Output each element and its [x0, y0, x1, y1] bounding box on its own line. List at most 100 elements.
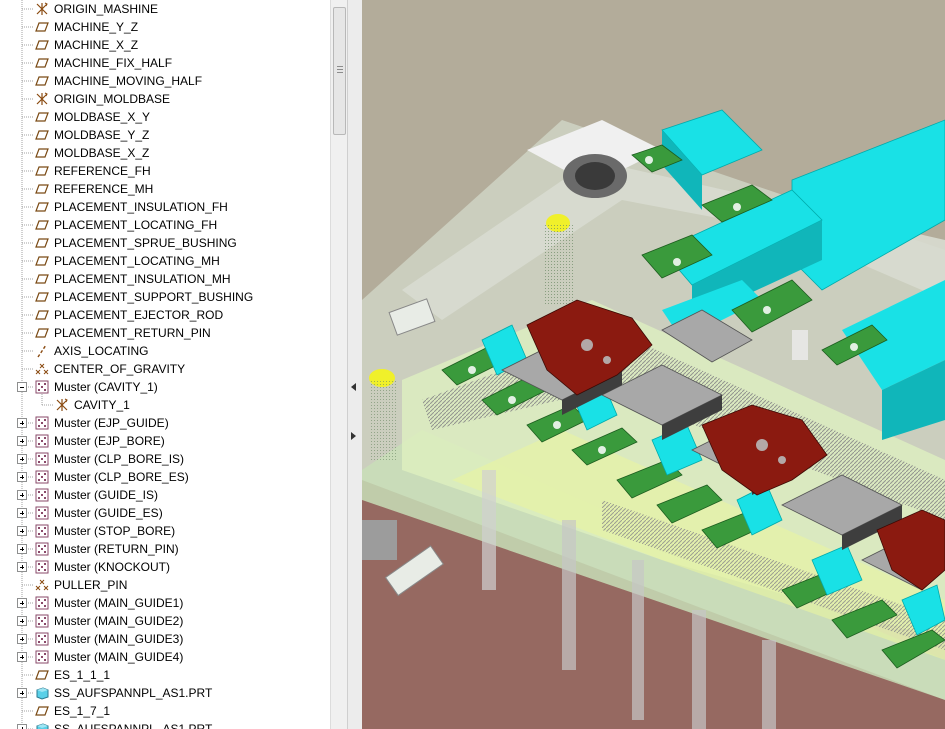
- collapse-minus-icon[interactable]: [17, 382, 27, 392]
- tree-item[interactable]: MACHINE_FIX_HALF: [0, 54, 330, 72]
- tree-item[interactable]: Muster (CLP_BORE_ES): [0, 468, 330, 486]
- datum-point-icon: [35, 362, 49, 376]
- tree-item-label: Muster (MAIN_GUIDE1): [54, 596, 184, 610]
- tree-item-label: SS_AUFSPANNPL_AS1.PRT: [54, 722, 213, 729]
- datum-point-icon: [35, 578, 49, 592]
- tree-item[interactable]: MACHINE_Y_Z: [0, 18, 330, 36]
- tree-item-label: ES_1_1_1: [54, 668, 111, 682]
- tree-item[interactable]: PULLER_PIN: [0, 576, 330, 594]
- tree-item-label: REFERENCE_MH: [54, 182, 154, 196]
- datum-plane-icon: [35, 164, 49, 178]
- tree-item[interactable]: AXIS_LOCATING: [0, 342, 330, 360]
- csys-icon: [35, 2, 49, 16]
- part-icon: [35, 722, 49, 729]
- tree-item[interactable]: ORIGIN_MOLDBASE: [0, 90, 330, 108]
- tree-item[interactable]: ES_1_1_1: [0, 666, 330, 684]
- datum-plane-icon: [35, 290, 49, 304]
- tree-item[interactable]: PLACEMENT_INSULATION_FH: [0, 198, 330, 216]
- tree-item[interactable]: MACHINE_X_Z: [0, 36, 330, 54]
- tree-item[interactable]: PLACEMENT_RETURN_PIN: [0, 324, 330, 342]
- datum-plane-icon: [35, 218, 49, 232]
- expand-plus-icon[interactable]: [17, 436, 27, 446]
- tree-item[interactable]: Muster (CAVITY_1): [0, 378, 330, 396]
- pattern-icon: [35, 560, 49, 574]
- tree-item[interactable]: SS_AUFSPANNPL_AS1.PRT: [0, 720, 330, 729]
- expand-right-arrow-icon[interactable]: [351, 432, 356, 440]
- tree-item[interactable]: Muster (EJP_GUIDE): [0, 414, 330, 432]
- expand-plus-icon[interactable]: [17, 454, 27, 464]
- tree-item[interactable]: ES_1_7_1: [0, 702, 330, 720]
- tree-vertical-scrollbar[interactable]: [330, 0, 347, 729]
- tree-item[interactable]: Muster (GUIDE_ES): [0, 504, 330, 522]
- expand-plus-icon[interactable]: [17, 490, 27, 500]
- expand-plus-icon[interactable]: [17, 598, 27, 608]
- tree-item-label: Muster (EJP_GUIDE): [54, 416, 169, 430]
- tree-item[interactable]: Muster (MAIN_GUIDE4): [0, 648, 330, 666]
- tree-item[interactable]: PLACEMENT_SPRUE_BUSHING: [0, 234, 330, 252]
- tree-item-label: Muster (GUIDE_IS): [54, 488, 159, 502]
- tree-item[interactable]: Muster (EJP_BORE): [0, 432, 330, 450]
- expand-plus-icon[interactable]: [17, 526, 27, 536]
- tree-item[interactable]: Muster (MAIN_GUIDE3): [0, 630, 330, 648]
- tree-item-label: MOLDBASE_Y_Z: [54, 128, 150, 142]
- tree-item-label: Muster (CAVITY_1): [54, 380, 158, 394]
- expand-plus-icon[interactable]: [17, 472, 27, 482]
- collapse-left-arrow-icon[interactable]: [351, 383, 356, 391]
- datum-plane-icon: [35, 668, 49, 682]
- tree-item[interactable]: Muster (MAIN_GUIDE2): [0, 612, 330, 630]
- tree-item[interactable]: MOLDBASE_Y_Z: [0, 126, 330, 144]
- pattern-icon: [35, 416, 49, 430]
- tree-item[interactable]: ORIGIN_MASHINE: [0, 0, 330, 18]
- pattern-icon: [35, 452, 49, 466]
- tree-item[interactable]: Muster (GUIDE_IS): [0, 486, 330, 504]
- tree-item-label: MACHINE_X_Z: [54, 38, 139, 52]
- datum-plane-icon: [35, 74, 49, 88]
- tree-item-label: MOLDBASE_X_Z: [54, 146, 150, 160]
- tree-item[interactable]: PLACEMENT_SUPPORT_BUSHING: [0, 288, 330, 306]
- tree-item[interactable]: Muster (CLP_BORE_IS): [0, 450, 330, 468]
- tree-item-label: SS_AUFSPANNPL_AS1.PRT: [54, 686, 213, 700]
- tree-item[interactable]: PLACEMENT_EJECTOR_ROD: [0, 306, 330, 324]
- tree-item[interactable]: REFERENCE_MH: [0, 180, 330, 198]
- expand-plus-icon[interactable]: [17, 616, 27, 626]
- tree-item[interactable]: PLACEMENT_LOCATING_FH: [0, 216, 330, 234]
- mold-assembly-3d-model: [362, 0, 945, 729]
- expand-plus-icon[interactable]: [17, 724, 27, 729]
- panel-splitter[interactable]: [347, 0, 363, 729]
- tree-item[interactable]: SS_AUFSPANNPL_AS1.PRT: [0, 684, 330, 702]
- pattern-icon: [35, 470, 49, 484]
- expand-plus-icon[interactable]: [17, 418, 27, 428]
- tree-item[interactable]: Muster (KNOCKOUT): [0, 558, 330, 576]
- expand-plus-icon[interactable]: [17, 562, 27, 572]
- tree-item[interactable]: Muster (RETURN_PIN): [0, 540, 330, 558]
- tree-item[interactable]: PLACEMENT_INSULATION_MH: [0, 270, 330, 288]
- expand-plus-icon[interactable]: [17, 544, 27, 554]
- pattern-icon: [35, 596, 49, 610]
- expand-plus-icon[interactable]: [17, 634, 27, 644]
- tree-item-label: CENTER_OF_GRAVITY: [54, 362, 186, 376]
- pattern-icon: [35, 506, 49, 520]
- expand-plus-icon[interactable]: [17, 652, 27, 662]
- tree-item[interactable]: Muster (STOP_BORE): [0, 522, 330, 540]
- tree-item[interactable]: PLACEMENT_LOCATING_MH: [0, 252, 330, 270]
- tree-item[interactable]: MOLDBASE_X_Z: [0, 144, 330, 162]
- tree-item[interactable]: REFERENCE_FH: [0, 162, 330, 180]
- tree-item[interactable]: MACHINE_MOVING_HALF: [0, 72, 330, 90]
- 3d-graphics-viewport[interactable]: [362, 0, 945, 729]
- scrollbar-thumb[interactable]: [333, 7, 346, 135]
- tree-item-label: PLACEMENT_INSULATION_FH: [54, 200, 228, 214]
- csys-icon: [35, 92, 49, 106]
- expand-plus-icon[interactable]: [17, 508, 27, 518]
- tree-item[interactable]: CENTER_OF_GRAVITY: [0, 360, 330, 378]
- part-icon: [35, 686, 49, 700]
- tree-item-label: MACHINE_Y_Z: [54, 20, 139, 34]
- pattern-icon: [35, 380, 49, 394]
- pattern-icon: [35, 542, 49, 556]
- datum-plane-icon: [35, 326, 49, 340]
- expand-plus-icon[interactable]: [17, 688, 27, 698]
- tree-item[interactable]: MOLDBASE_X_Y: [0, 108, 330, 126]
- tree-item-label: PULLER_PIN: [54, 578, 128, 592]
- datum-plane-icon: [35, 200, 49, 214]
- tree-item[interactable]: Muster (MAIN_GUIDE1): [0, 594, 330, 612]
- tree-item[interactable]: CAVITY_1: [0, 396, 330, 414]
